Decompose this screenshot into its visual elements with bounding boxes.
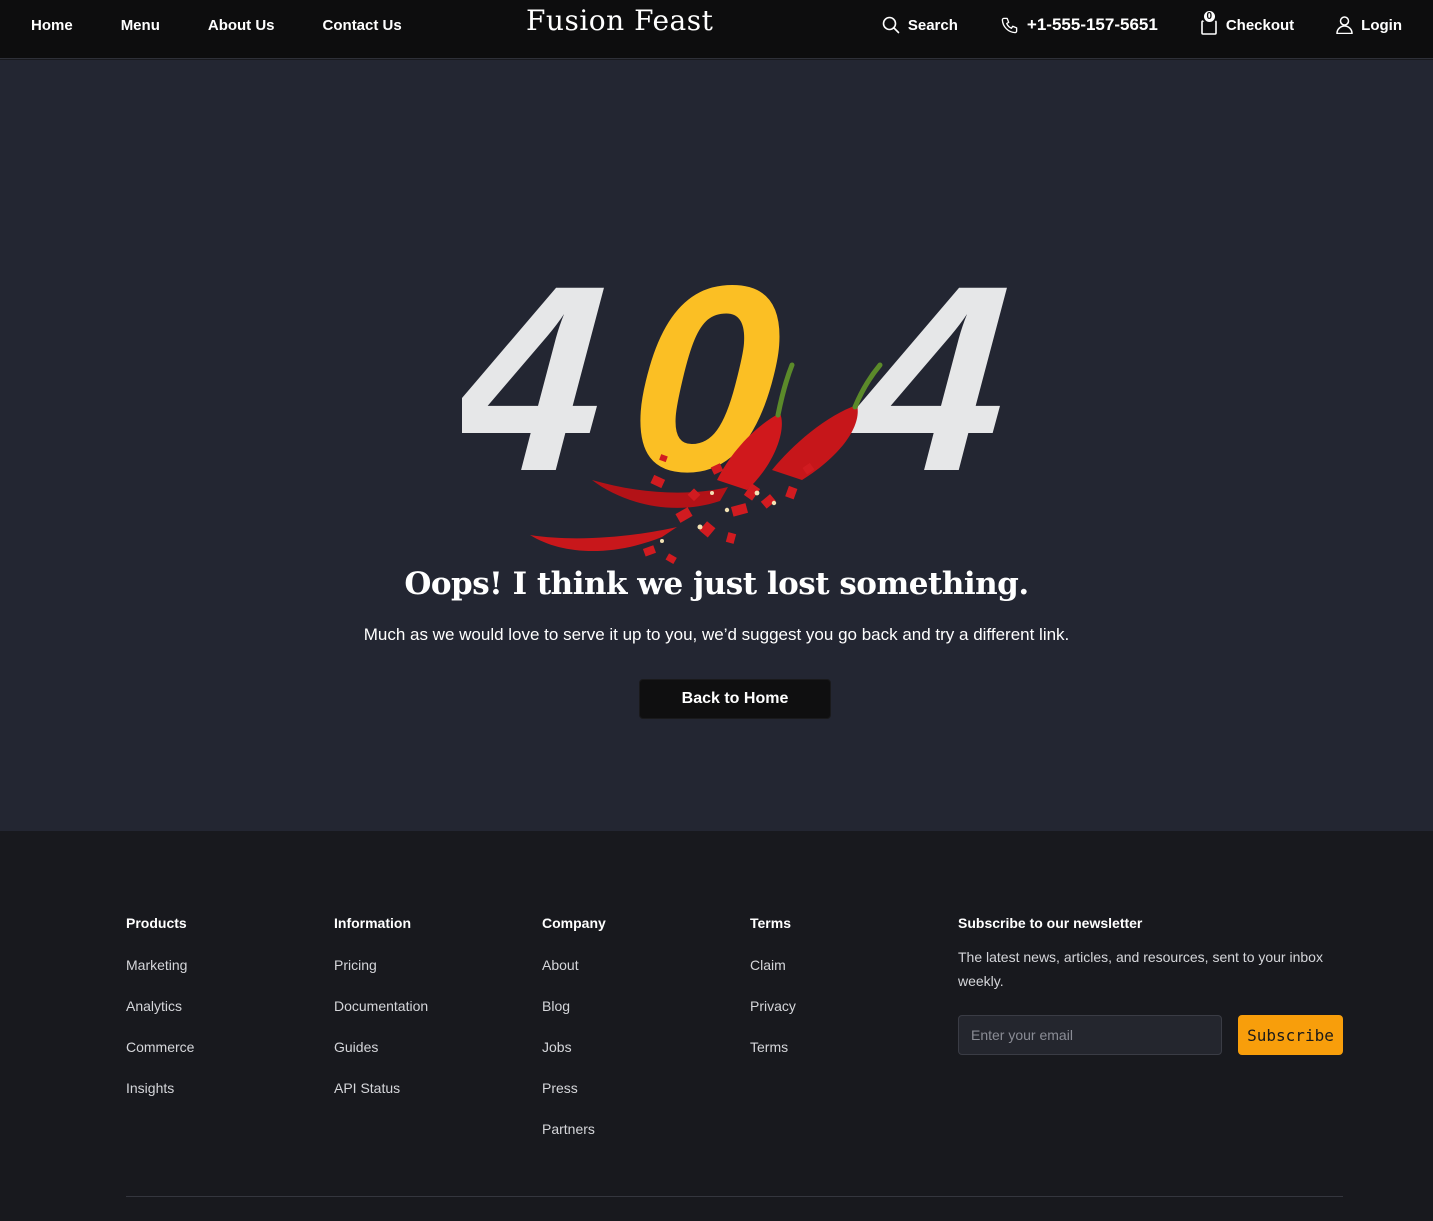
- footer-link[interactable]: Commerce: [126, 1039, 194, 1080]
- footer-link[interactable]: API Status: [334, 1080, 428, 1121]
- search-button[interactable]: Search: [882, 16, 958, 34]
- chili-bottom: [530, 527, 677, 552]
- header-actions: Search +1-555-157-5651 0 Checkout Login: [840, 0, 1402, 50]
- footer-link[interactable]: Documentation: [334, 998, 428, 1039]
- site-header: Home Menu About Us Contact Us Fusion Fea…: [0, 0, 1433, 59]
- footer-divider: [126, 1196, 1343, 1197]
- footer-column-title: Company: [542, 915, 606, 931]
- footer-link[interactable]: About: [542, 957, 606, 998]
- footer-link[interactable]: Privacy: [750, 998, 796, 1039]
- phone-link[interactable]: +1-555-157-5651: [1000, 15, 1158, 35]
- nav-menu-link[interactable]: Menu: [121, 17, 160, 34]
- digit-zero-accent: 0: [622, 265, 790, 527]
- error-hero: 4 0 4 Oops! I think we just lost somethi…: [0, 60, 1433, 831]
- login-label: Login: [1361, 16, 1402, 34]
- search-icon: [882, 16, 900, 34]
- site-logo[interactable]: Fusion Feast: [526, 4, 713, 37]
- newsletter-section: Subscribe to our newsletter The latest n…: [958, 915, 1343, 1055]
- footer-link[interactable]: Claim: [750, 957, 796, 998]
- error-subtitle: Much as we would love to serve it up to …: [363, 625, 1070, 644]
- subscribe-button[interactable]: Subscribe: [1238, 1015, 1343, 1055]
- footer-column-products: Products Marketing Analytics Commerce In…: [126, 915, 194, 1121]
- phone-icon: [1001, 17, 1018, 33]
- nav-contact-link[interactable]: Contact Us: [323, 17, 402, 34]
- footer-column-title: Products: [126, 915, 187, 931]
- digit-four-left: 4: [462, 265, 614, 527]
- chili-stem-left: [775, 362, 795, 418]
- footer-link[interactable]: Jobs: [542, 1039, 606, 1080]
- checkout-button[interactable]: 0 Checkout: [1200, 9, 1295, 35]
- user-icon: [1336, 16, 1353, 34]
- footer-link[interactable]: Blog: [542, 998, 606, 1039]
- error-title: Oops! I think we just lost something.: [404, 566, 1029, 602]
- digit-four-right: 4: [840, 265, 1007, 527]
- main-nav: Home Menu About Us Contact Us: [31, 0, 450, 50]
- footer-link[interactable]: Marketing: [126, 957, 194, 998]
- site-footer: Products Marketing Analytics Commerce In…: [0, 831, 1433, 1221]
- login-button[interactable]: Login: [1336, 16, 1402, 34]
- back-to-home-button[interactable]: Back to Home: [639, 679, 831, 719]
- nav-about-link[interactable]: About Us: [208, 17, 275, 34]
- footer-column-information: Information Pricing Documentation Guides…: [334, 915, 428, 1121]
- newsletter-description: The latest news, articles, and resources…: [958, 949, 1323, 989]
- footer-link[interactable]: Analytics: [126, 998, 194, 1039]
- footer-link[interactable]: Press: [542, 1080, 606, 1121]
- footer-column-company: Company About Blog Jobs Press Partners: [542, 915, 606, 1162]
- newsletter-email-input[interactable]: [958, 1015, 1222, 1055]
- footer-link[interactable]: Guides: [334, 1039, 428, 1080]
- cart-count-badge: 0: [1201, 9, 1217, 24]
- footer-column-title: Information: [334, 915, 411, 931]
- 404-chili-illustration: 4 0 4: [462, 265, 1007, 564]
- footer-link[interactable]: Partners: [542, 1121, 606, 1162]
- checkout-label: Checkout: [1225, 16, 1295, 34]
- footer-link[interactable]: Insights: [126, 1080, 194, 1121]
- search-label: Search: [907, 16, 958, 34]
- footer-column-terms: Terms Claim Privacy Terms: [750, 915, 796, 1080]
- footer-link[interactable]: Terms: [750, 1039, 796, 1080]
- chili-upright-right: [772, 405, 858, 480]
- footer-link[interactable]: Pricing: [334, 957, 428, 998]
- footer-column-title: Terms: [750, 915, 791, 931]
- nav-home-link[interactable]: Home: [31, 17, 73, 34]
- phone-number: +1-555-157-5651: [1026, 15, 1158, 34]
- newsletter-title: Subscribe to our newsletter: [958, 915, 1143, 931]
